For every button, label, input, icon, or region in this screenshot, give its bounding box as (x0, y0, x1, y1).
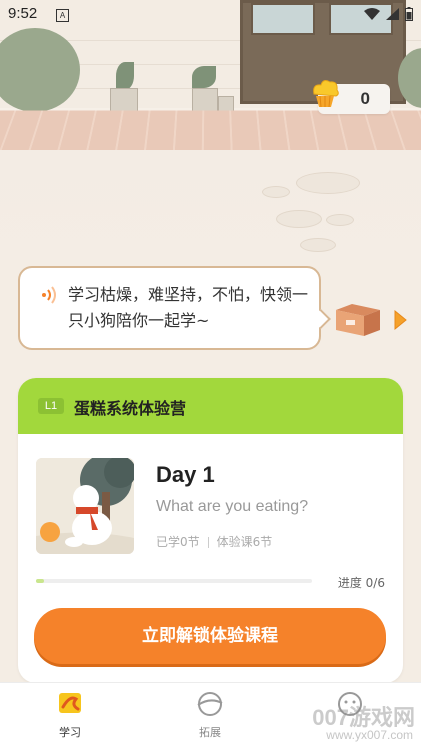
stepping-stone (326, 214, 354, 226)
plant-leaf (192, 66, 216, 88)
gift-box-icon[interactable] (334, 302, 382, 338)
stepping-stone (300, 238, 336, 252)
tab-expand-label: 拓展 (199, 726, 221, 739)
system-icons (364, 7, 413, 21)
sound-icon[interactable] (40, 286, 58, 304)
tab-study-label: 学习 (59, 726, 81, 739)
unlock-course-button[interactable]: 立即解锁体验课程 (34, 608, 386, 664)
stepping-stone (262, 186, 290, 198)
progress-bar (36, 579, 312, 583)
stepping-stone (276, 210, 322, 228)
battery-icon (405, 7, 413, 21)
lesson-subtitle: What are you eating? (156, 498, 309, 515)
speech-bubble[interactable]: 学习枯燥，难坚持，不怕，快领一只小狗陪你一起学~ (18, 266, 321, 350)
lesson-meta: 已学0节 体验课6节 (156, 533, 272, 550)
camp-title: 蛋糕系统体验营 (74, 399, 187, 418)
coin-count: 0 (360, 89, 370, 108)
signal-icon (386, 8, 399, 20)
ground (0, 150, 421, 260)
arrow-right-icon[interactable] (392, 309, 408, 331)
progress-label: 进度 0/6 (337, 576, 385, 590)
wifi-icon (364, 8, 380, 20)
status-time: 9:52 (8, 5, 38, 22)
day-title: Day 1 (156, 462, 215, 487)
expand-icon (197, 692, 223, 716)
status-bar: 9:52 A (0, 0, 421, 30)
speech-text: 学习枯燥，难坚持，不怕，快领一只小狗陪你一起学~ (68, 285, 309, 330)
coin-balance[interactable]: 0 (313, 80, 390, 114)
study-icon (59, 693, 81, 713)
home-scene-illustration (0, 0, 421, 260)
learned-count: 已学0节 (156, 535, 200, 549)
watermark-url: www.yx007.com (326, 728, 413, 742)
plant-leaf (116, 62, 134, 90)
tab-study[interactable]: 学习 (30, 691, 110, 740)
stepping-stone (296, 172, 360, 194)
progress-fill (36, 579, 45, 583)
lesson-thumbnail[interactable] (36, 458, 134, 554)
meta-divider (207, 537, 209, 548)
notification-icon: A (56, 9, 69, 22)
course-card-header: L1 蛋糕系统体验营 (18, 378, 403, 434)
tab-expand[interactable]: 拓展 (170, 691, 250, 740)
total-lessons: 体验课6节 (216, 535, 273, 549)
cupcake-icon (313, 80, 339, 108)
course-card: L1 蛋糕系统体验营 Day 1 What are you eating? 已学… (18, 378, 403, 683)
level-badge: L1 (38, 398, 64, 414)
snowman-illustration (36, 458, 134, 554)
